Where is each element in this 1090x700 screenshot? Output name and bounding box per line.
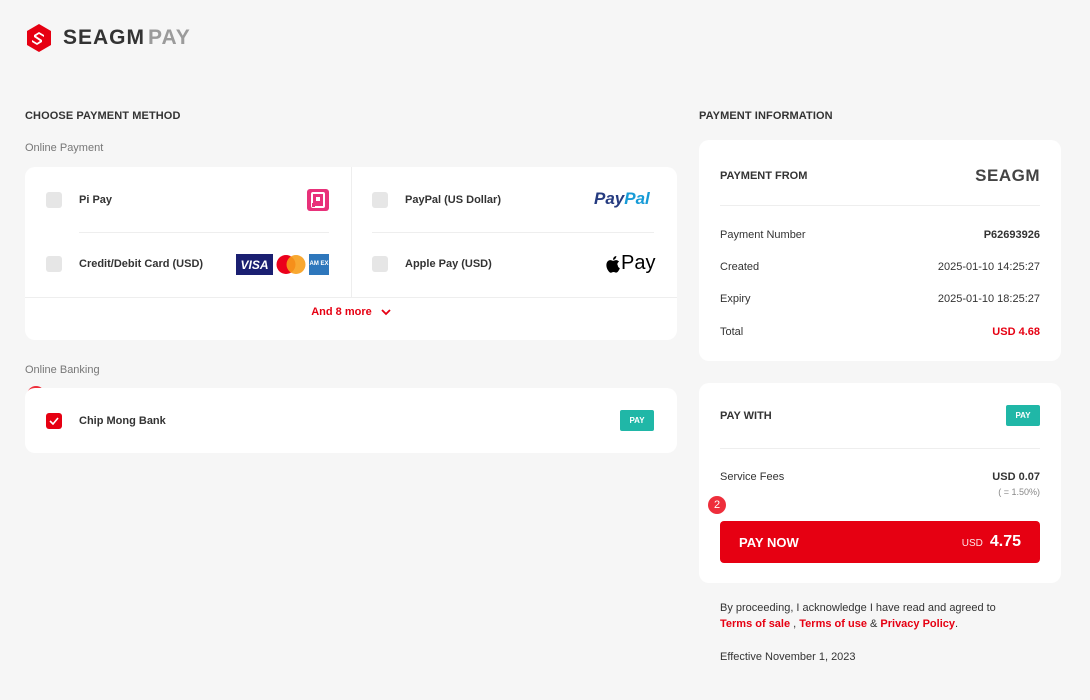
method-pi-pay[interactable]: Pi Pay: [46, 190, 112, 210]
method-checkbox[interactable]: [46, 192, 62, 208]
pay-with-card: PAY WITH PAY Service Fees USD 0.07 ( = 1.…: [699, 383, 1061, 583]
method-checkbox[interactable]: [46, 256, 62, 272]
cmpay-logo-icon: PAY: [620, 410, 654, 431]
card-logos: VISA AM EX: [236, 254, 329, 275]
legal-text: By proceeding, I acknowledge I have read…: [720, 602, 996, 630]
divider: [79, 232, 329, 233]
amex-icon: AM EX: [309, 254, 329, 275]
divider: [351, 167, 352, 297]
apple-icon: [606, 255, 620, 273]
service-fees-row: Service Fees USD 0.07: [720, 471, 1040, 483]
brand-name: SEAGM PAY: [63, 26, 191, 49]
online-payment-card: Pi Pay PayPal (US Dollar) PayPal Credit/…: [25, 167, 677, 340]
terms-of-sale-link[interactable]: Terms of sale: [720, 618, 790, 630]
privacy-policy-link[interactable]: Privacy Policy: [880, 618, 955, 630]
method-apple-pay[interactable]: Apple Pay (USD): [372, 254, 492, 274]
online-payment-label: Online Payment: [25, 142, 104, 154]
method-credit-debit-card[interactable]: Credit/Debit Card (USD): [46, 254, 203, 274]
method-checkbox[interactable]: [372, 256, 388, 272]
seagm-wordmark: SEAGM: [975, 166, 1040, 185]
divider: [25, 297, 677, 298]
effective-date: Effective November 1, 2023: [720, 651, 856, 663]
online-banking-label: Online Banking: [25, 364, 100, 376]
divider: [372, 232, 654, 233]
payment-from-row: PAYMENT FROM SEAGM: [720, 166, 1040, 185]
created-row: Created 2025-01-10 14:25:27: [720, 261, 1040, 273]
total-row: Total USD 4.68: [720, 326, 1040, 338]
show-more-button[interactable]: And 8 more: [25, 306, 677, 318]
step-badge-2: 2: [708, 496, 726, 514]
pay-now-button[interactable]: PAY NOW USD 4.75: [720, 521, 1040, 563]
payment-info-card: PAYMENT FROM SEAGM Payment Number P626939…: [699, 140, 1061, 361]
payment-information-title: PAYMENT INFORMATION: [699, 110, 833, 122]
method-checkbox-checked[interactable]: [46, 413, 62, 429]
visa-icon: VISA: [236, 254, 273, 275]
method-paypal[interactable]: PayPal (US Dollar): [372, 190, 501, 210]
check-icon: [49, 417, 59, 425]
cmpay-logo-icon: PAY: [1006, 405, 1040, 426]
method-checkbox[interactable]: [372, 192, 388, 208]
chevron-down-icon: [381, 308, 391, 315]
seagm-pay-logo[interactable]: SEAGM PAY: [25, 23, 191, 53]
terms-of-use-link[interactable]: Terms of use: [799, 618, 867, 630]
choose-payment-title: CHOOSE PAYMENT METHOD: [25, 110, 181, 122]
apple-pay-logo-icon: Pay: [605, 252, 655, 275]
mastercard-icon: [276, 255, 306, 274]
expiry-row: Expiry 2025-01-10 18:25:27: [720, 293, 1040, 305]
method-chip-mong-bank[interactable]: Chip Mong Bank: [46, 411, 166, 431]
pay-with-row: PAY WITH PAY: [720, 405, 1040, 426]
seagm-logo-icon: [27, 24, 51, 52]
online-banking-card: Chip Mong Bank PAY: [25, 388, 677, 453]
pipay-logo-icon: [307, 189, 329, 211]
payment-number-row: Payment Number P62693926: [720, 229, 1040, 241]
divider: [720, 448, 1040, 449]
service-fees-rate: ( = 1.50%): [998, 487, 1040, 497]
divider: [720, 205, 1040, 206]
paypal-logo-icon: PayPal: [594, 189, 650, 208]
